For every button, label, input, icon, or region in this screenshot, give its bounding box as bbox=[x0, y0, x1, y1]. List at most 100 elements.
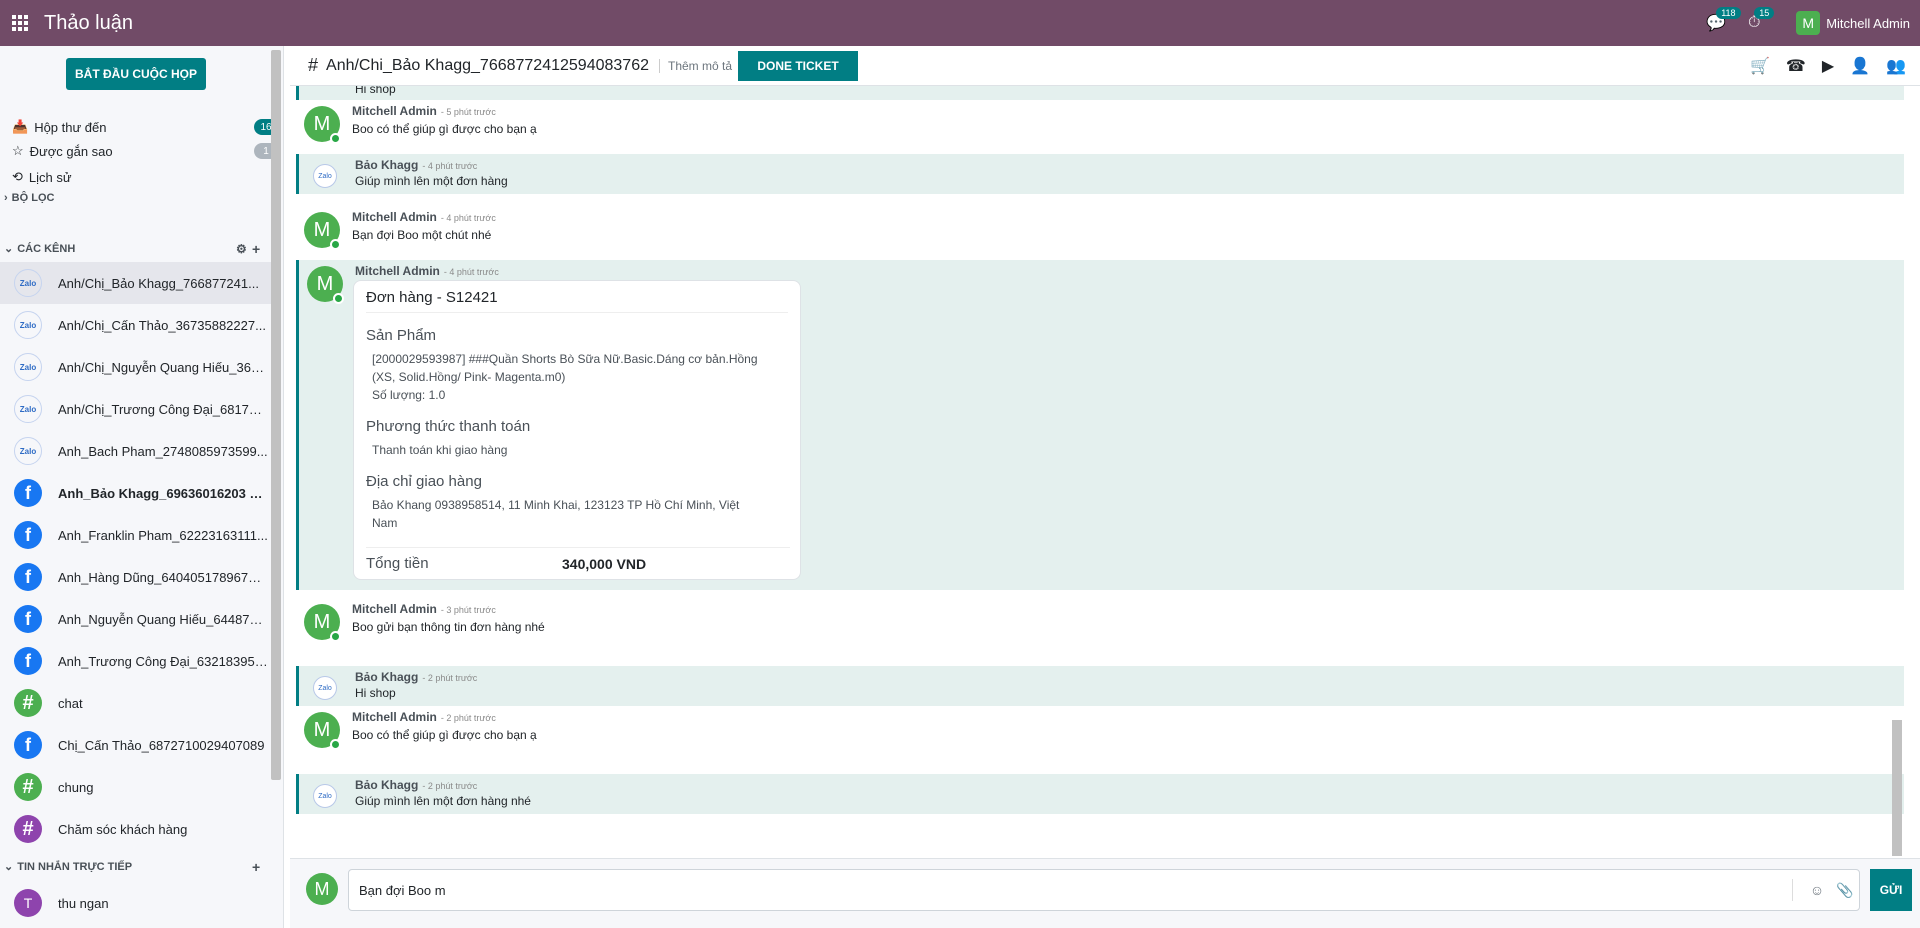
channel-name: Anh_Bảo Khagg_69636016203 71... bbox=[58, 485, 268, 501]
thread-scrollbar[interactable] bbox=[1892, 720, 1902, 856]
zalo-icon[interactable]: Zalo bbox=[313, 676, 337, 700]
facebook-icon: f bbox=[14, 563, 42, 591]
top-navbar: Thảo luận 💬 118 ⏱ 15 M Mitchell Admin bbox=[0, 0, 1920, 46]
channel-item[interactable]: Zalo Anh/Chị_Trương Công Đại_681782... bbox=[0, 388, 280, 430]
composer: M Bạn đợi Boo m ☺ 📎 GỬI bbox=[290, 858, 1920, 928]
hash-icon: # bbox=[14, 689, 42, 717]
order-total: Tổng tiền 340,000 VND bbox=[366, 547, 790, 579]
message-author[interactable]: Mitchell Admin - 4 phút trước bbox=[355, 264, 499, 278]
channel-item[interactable]: f Anh_Hàng Dũng_64040517896742... bbox=[0, 556, 280, 598]
chevron-right-icon: › bbox=[4, 192, 8, 204]
messages-icon[interactable]: 💬 118 bbox=[1706, 7, 1741, 33]
message-author[interactable]: Bảo Khagg - 4 phút trước bbox=[355, 158, 477, 172]
add-user-icon[interactable]: 👤 bbox=[1850, 56, 1870, 76]
chat-main: # Anh/Chi_Bảo Khagg_7668772412594083762 … bbox=[290, 46, 1920, 928]
zalo-icon: Zalo bbox=[14, 311, 42, 339]
message-body: Bạn đợi Boo một chút nhé bbox=[352, 228, 492, 242]
facebook-icon: f bbox=[14, 521, 42, 549]
channel-name: Anh_Hàng Dũng_64040517896742... bbox=[58, 569, 268, 585]
attachment-icon[interactable]: 📎 bbox=[1831, 876, 1859, 904]
channel-item[interactable]: Zalo Anh_Bach Pham_2748085973599... bbox=[0, 430, 280, 472]
message: Zalo Bảo Khagg - 2 phút trước Hi shop bbox=[296, 666, 1904, 706]
zalo-icon[interactable]: Zalo bbox=[313, 784, 337, 808]
filter-toggle[interactable]: › BỘ LỌC bbox=[4, 192, 54, 204]
message-input[interactable]: Bạn đợi Boo m ☺ 📎 bbox=[348, 869, 1860, 911]
message-body: Boo có thể giúp gì được cho bạn ạ bbox=[352, 122, 537, 136]
channel-title[interactable]: Anh/Chi_Bảo Khagg_7668772412594083762 bbox=[326, 57, 649, 75]
sidebar-item-starred[interactable]: ☆ Được gắn sao 1 bbox=[12, 140, 278, 162]
channel-item[interactable]: f Chị_Cấn Thảo_6872710029407089 bbox=[0, 724, 280, 766]
add-description-field[interactable]: Thêm mô tả bbox=[658, 58, 732, 73]
channels-section-header[interactable]: ⌄ CÁC KÊNH ⚙ + bbox=[4, 241, 274, 257]
channel-item[interactable]: # Chăm sóc khách hàng bbox=[0, 808, 280, 850]
channel-name: Anh_Trương Công Đại_632183955... bbox=[58, 653, 268, 669]
message-input-text[interactable]: Bạn đợi Boo m bbox=[359, 883, 1792, 898]
message-author[interactable]: Mitchell Admin - 3 phút trước bbox=[352, 602, 496, 616]
members-icon[interactable]: 👥 bbox=[1886, 56, 1906, 76]
channel-name: Anh/Chị_Bảo Khagg_766877241... bbox=[58, 275, 259, 291]
hash-icon: # bbox=[14, 773, 42, 801]
message-time: - 4 phút trước bbox=[443, 267, 499, 277]
activity-icon[interactable]: ⏱ 15 bbox=[1744, 7, 1775, 33]
sidebar-item-label: Lịch sử bbox=[28, 169, 72, 185]
inbox-icon: 📥 bbox=[12, 119, 29, 134]
zalo-icon: Zalo bbox=[14, 269, 42, 297]
sidebar-item-inbox[interactable]: 📥 Hộp thư đến 16 bbox=[12, 116, 278, 138]
online-status-icon bbox=[330, 133, 341, 144]
app-title[interactable]: Thảo luận bbox=[44, 12, 133, 35]
address-value: Bảo Khang 0938958514, 11 Minh Khai, 1231… bbox=[372, 498, 740, 530]
avatar: T bbox=[14, 889, 42, 917]
gear-icon[interactable]: ⚙ bbox=[236, 242, 247, 256]
channel-item[interactable]: f Anh_Bảo Khagg_69636016203 71... bbox=[0, 472, 280, 514]
add-channel-icon[interactable]: + bbox=[252, 241, 260, 257]
direct-chat-item[interactable]: T thu ngan bbox=[0, 882, 280, 924]
sidebar-item-history[interactable]: ⟲ Lịch sử bbox=[12, 166, 72, 188]
message: M Mitchell Admin - 4 phút trước Bạn đợi B… bbox=[296, 206, 1904, 260]
address-label: Địa chỉ giao hàng bbox=[366, 473, 482, 490]
add-chat-icon[interactable]: + bbox=[252, 859, 260, 875]
channel-item[interactable]: # chat bbox=[0, 682, 280, 724]
chevron-down-icon: ⌄ bbox=[4, 861, 14, 873]
start-meeting-button[interactable]: BẮT ĐẦU CUỘC HỌP bbox=[66, 58, 206, 90]
online-status-icon bbox=[333, 293, 344, 304]
send-button[interactable]: GỬI bbox=[1870, 869, 1912, 911]
activity-badge: 15 bbox=[1754, 7, 1775, 19]
message-author[interactable]: Bảo Khagg - 2 phút trước bbox=[355, 778, 477, 792]
message-time: - 2 phút trước bbox=[440, 713, 496, 723]
channel-name: Anh_Nguyễn Quang Hiếu_6448767... bbox=[58, 611, 268, 627]
payment-value: Thanh toán khi giao hàng bbox=[372, 443, 508, 457]
channel-item[interactable]: f Anh_Franklin Pham_62223163111... bbox=[0, 514, 280, 556]
apps-menu-icon[interactable] bbox=[12, 15, 28, 31]
message-author[interactable]: Mitchell Admin - 4 phút trước bbox=[352, 210, 496, 224]
message-author[interactable]: Mitchell Admin - 5 phút trước bbox=[352, 104, 496, 118]
message: M Mitchell Admin - 2 phút trước Boo có th… bbox=[296, 706, 1904, 760]
message-author[interactable]: Bảo Khagg - 2 phút trước bbox=[355, 670, 477, 684]
channel-item[interactable]: f Anh_Trương Công Đại_632183955... bbox=[0, 640, 280, 682]
facebook-icon: f bbox=[14, 647, 42, 675]
sidebar-scrollbar[interactable] bbox=[271, 50, 281, 780]
zalo-icon[interactable]: Zalo bbox=[313, 164, 337, 188]
history-icon: ⟲ bbox=[12, 169, 23, 184]
phone-icon[interactable]: ☎ bbox=[1786, 56, 1806, 76]
cart-icon[interactable]: 🛒 bbox=[1750, 56, 1770, 76]
zalo-icon: Zalo bbox=[14, 395, 42, 423]
channel-item[interactable]: # chung bbox=[0, 766, 280, 808]
channel-item[interactable]: Zalo Anh/Chị_Nguyễn Quang Hiếu_365... bbox=[0, 346, 280, 388]
video-icon[interactable]: ▶ bbox=[1822, 56, 1834, 76]
user-menu[interactable]: M Mitchell Admin bbox=[1796, 11, 1910, 35]
channel-item[interactable]: Zalo Anh/Chị_Cấn Thảo_36735882227... bbox=[0, 304, 280, 346]
done-ticket-button[interactable]: DONE TICKET bbox=[738, 50, 859, 81]
channel-item[interactable]: Zalo Anh/Chị_Bảo Khagg_766877241... bbox=[0, 262, 280, 304]
emoji-icon[interactable]: ☺ bbox=[1803, 876, 1831, 904]
zalo-icon: Zalo bbox=[14, 353, 42, 381]
message-time: - 4 phút trước bbox=[440, 213, 496, 223]
direct-messages-section-header[interactable]: ⌄ TIN NHẮN TRỰC TIẾP + bbox=[4, 859, 274, 875]
channel-item[interactable]: f Anh_Nguyễn Quang Hiếu_6448767... bbox=[0, 598, 280, 640]
channel-name: Chăm sóc khách hàng bbox=[58, 821, 188, 837]
channel-name: Anh/Chị_Nguyễn Quang Hiếu_365... bbox=[58, 359, 268, 375]
message-body: Hi shop bbox=[355, 86, 396, 96]
message-author[interactable]: Mitchell Admin - 2 phút trước bbox=[352, 710, 496, 724]
message: Hi shop bbox=[296, 86, 1904, 100]
payment-label: Phương thức thanh toán bbox=[366, 418, 531, 435]
sidebar-item-label: Được gắn sao bbox=[29, 143, 113, 159]
